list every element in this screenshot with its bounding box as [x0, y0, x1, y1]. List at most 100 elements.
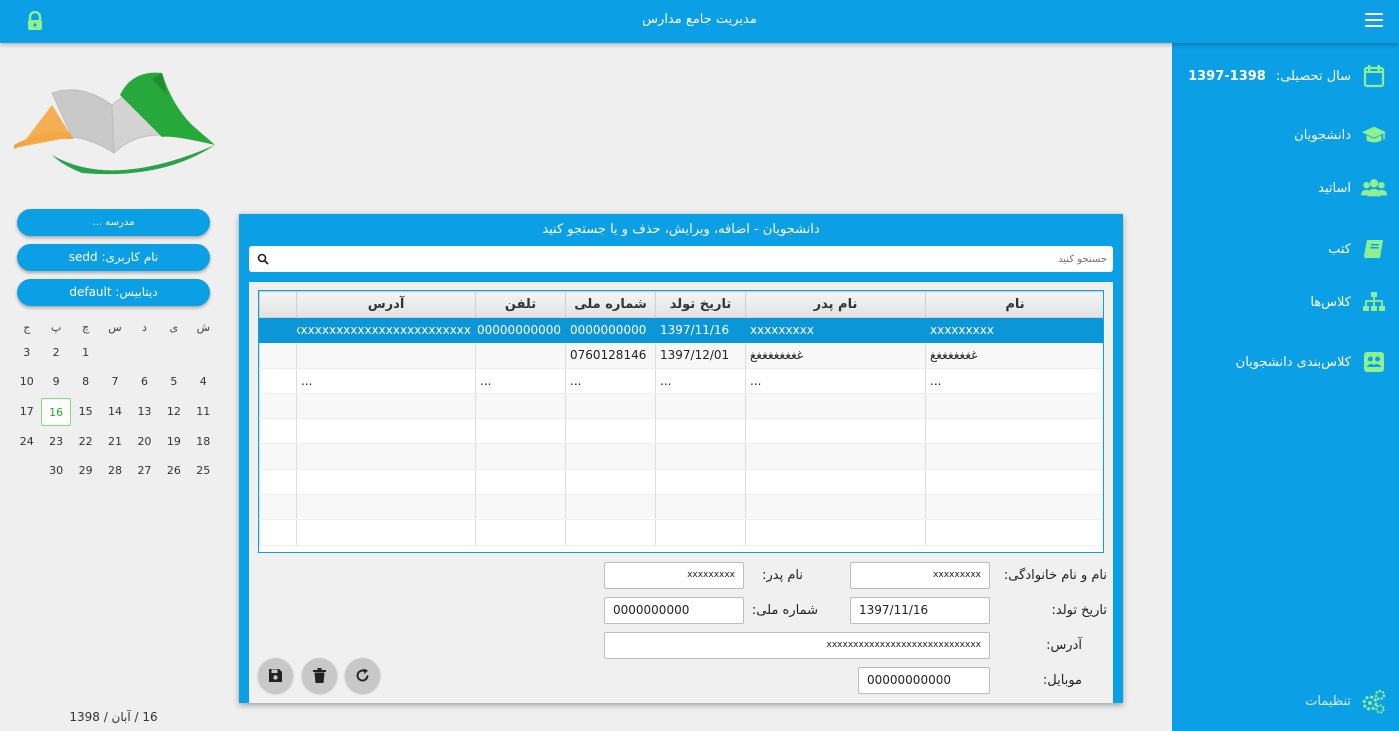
calendar-day[interactable]: 11 — [189, 398, 218, 426]
calendar-day[interactable]: 6 — [130, 368, 159, 396]
table-cell — [745, 443, 926, 470]
column-header-father-name[interactable]: نام پدر — [745, 291, 926, 318]
calendar-day[interactable]: 4 — [189, 368, 218, 396]
calendar-day[interactable]: 15 — [71, 398, 100, 426]
sidebar-item-books[interactable]: کتب — [1328, 236, 1387, 262]
calendar-day[interactable]: 26 — [159, 457, 188, 485]
users-icon — [1361, 175, 1387, 201]
sidebar-item-teachers[interactable]: اساتید — [1318, 175, 1387, 201]
delete-button[interactable] — [302, 658, 337, 693]
sidebar-item-students[interactable]: دانشجویان — [1294, 122, 1387, 148]
calendar-day[interactable]: 1 — [71, 339, 100, 367]
school-button[interactable]: مدرسه ... — [17, 209, 210, 236]
calendar-day[interactable]: 16 — [41, 397, 71, 426]
calendar-day[interactable]: 13 — [130, 398, 159, 426]
birth-date-label: تاریخ تولد: — [1051, 603, 1108, 618]
save-icon — [269, 669, 282, 682]
table-cell: ... — [925, 368, 1103, 394]
table-cell — [475, 342, 566, 369]
calendar-day[interactable]: 19 — [159, 428, 188, 456]
table-cell — [296, 443, 476, 470]
mobile-field[interactable]: 00000000000 — [858, 667, 990, 694]
calendar-empty-cell — [12, 457, 41, 485]
table-row[interactable]: .................. — [259, 368, 1103, 394]
calendar-day[interactable]: 20 — [130, 428, 159, 456]
calendar-day[interactable]: 25 — [189, 457, 218, 485]
sidebar-item-class-assignment[interactable]: کلاس‌بندی دانشجویان — [1236, 349, 1387, 375]
birth-date-field[interactable]: 1397/11/16 — [850, 597, 990, 624]
column-header-address[interactable]: آدرس — [296, 291, 476, 318]
school-logo — [14, 72, 215, 175]
table-cell — [655, 443, 746, 470]
table-cell — [745, 469, 926, 496]
calendar-day[interactable]: 18 — [189, 428, 218, 456]
table-cell — [259, 519, 297, 546]
calendar-day[interactable]: 22 — [71, 428, 100, 456]
calendar-day[interactable]: 28 — [100, 457, 129, 485]
students-panel: دانشجویان - اضافه، ویرایش، حذف و یا جستج… — [239, 214, 1123, 703]
column-header-national-id[interactable]: شماره ملی — [565, 291, 656, 318]
table-cell — [565, 494, 656, 521]
students-table[interactable]: نام نام پدر تاریخ تولد شماره ملی تلفن آد… — [258, 290, 1104, 553]
table-row[interactable] — [259, 443, 1103, 470]
search-box — [249, 246, 1113, 272]
table-row[interactable] — [259, 418, 1103, 445]
table-row[interactable] — [259, 393, 1103, 420]
calendar-day[interactable]: 30 — [41, 457, 70, 485]
calendar-week: 25 26 27 28 29 30 — [12, 456, 218, 486]
sidebar-item-settings[interactable]: تنظیمات — [1305, 688, 1387, 714]
calendar-day[interactable]: 23 — [41, 428, 70, 456]
calendar-day[interactable]: 10 — [12, 368, 41, 396]
column-header-name[interactable]: نام — [925, 291, 1103, 318]
database-button[interactable]: دیتابیس: default — [17, 279, 210, 306]
table-cell — [655, 393, 746, 420]
calendar-day[interactable]: 29 — [71, 457, 100, 485]
refresh-button[interactable] — [345, 658, 380, 693]
table-row[interactable] — [259, 469, 1103, 496]
table-cell — [565, 519, 656, 546]
table-cell — [925, 494, 1103, 521]
column-header-extra[interactable] — [259, 291, 297, 318]
table-row[interactable]: غغغغغغغغ غغغغغغغغغ 1397/12/01 0760128146 — [259, 342, 1103, 369]
weekday-label: ج — [23, 321, 31, 334]
table-row[interactable]: xxxxxxxxx xxxxxxxxx 1397/11/16 0000000000 00… — [259, 317, 1103, 344]
search-input[interactable] — [273, 249, 1107, 269]
calendar-day[interactable]: 24 — [12, 428, 41, 456]
calendar-day[interactable]: 14 — [100, 398, 129, 426]
address-field[interactable]: xxxxxxxxxxxxxxxxxxxxxxxxxxxxx — [604, 632, 990, 659]
top-bar: مدیریت جامع مدارس — [0, 0, 1399, 43]
app-title: مدیریت جامع مدارس — [642, 12, 757, 27]
table-row[interactable] — [259, 519, 1103, 546]
username-button[interactable]: نام کاربری: sedd — [17, 244, 210, 271]
calendar-day[interactable]: 7 — [100, 368, 129, 396]
column-header-birth-date[interactable]: تاریخ تولد — [655, 291, 746, 318]
table-cell — [565, 418, 656, 445]
calendar-day[interactable]: 9 — [41, 368, 70, 396]
calendar-week: 123 — [12, 338, 218, 368]
father-name-label: نام پدر: — [762, 568, 803, 583]
calendar-day[interactable]: 8 — [71, 368, 100, 396]
table-cell: 1397/12/01 — [655, 342, 746, 369]
year-label: سال تحصیلی: — [1275, 68, 1351, 84]
fullname-field[interactable]: xxxxxxxxx — [850, 562, 990, 589]
calendar-day[interactable]: 12 — [159, 398, 188, 426]
save-button[interactable] — [258, 658, 293, 693]
table-cell — [655, 418, 746, 445]
table-cell — [655, 469, 746, 496]
column-header-phone[interactable]: تلفن — [475, 291, 566, 318]
calendar-day[interactable]: 3 — [12, 339, 41, 367]
calendar-day[interactable]: 27 — [130, 457, 159, 485]
table-cell — [475, 494, 566, 521]
calendar-day[interactable]: 17 — [12, 398, 41, 426]
gears-icon — [1361, 688, 1387, 714]
calendar-day[interactable]: 21 — [100, 428, 129, 456]
hamburger-menu-icon[interactable] — [1365, 13, 1383, 29]
father-name-field[interactable]: xxxxxxxxx — [604, 562, 744, 589]
table-cell — [925, 393, 1103, 420]
calendar-day[interactable]: 2 — [41, 339, 70, 367]
sidebar-item-classes[interactable]: کلاس‌ها — [1310, 289, 1387, 315]
calendar-day[interactable]: 5 — [159, 368, 188, 396]
table-row[interactable] — [259, 494, 1103, 521]
national-id-field[interactable]: 0000000000 — [604, 597, 744, 624]
table-cell: ... — [565, 368, 656, 394]
